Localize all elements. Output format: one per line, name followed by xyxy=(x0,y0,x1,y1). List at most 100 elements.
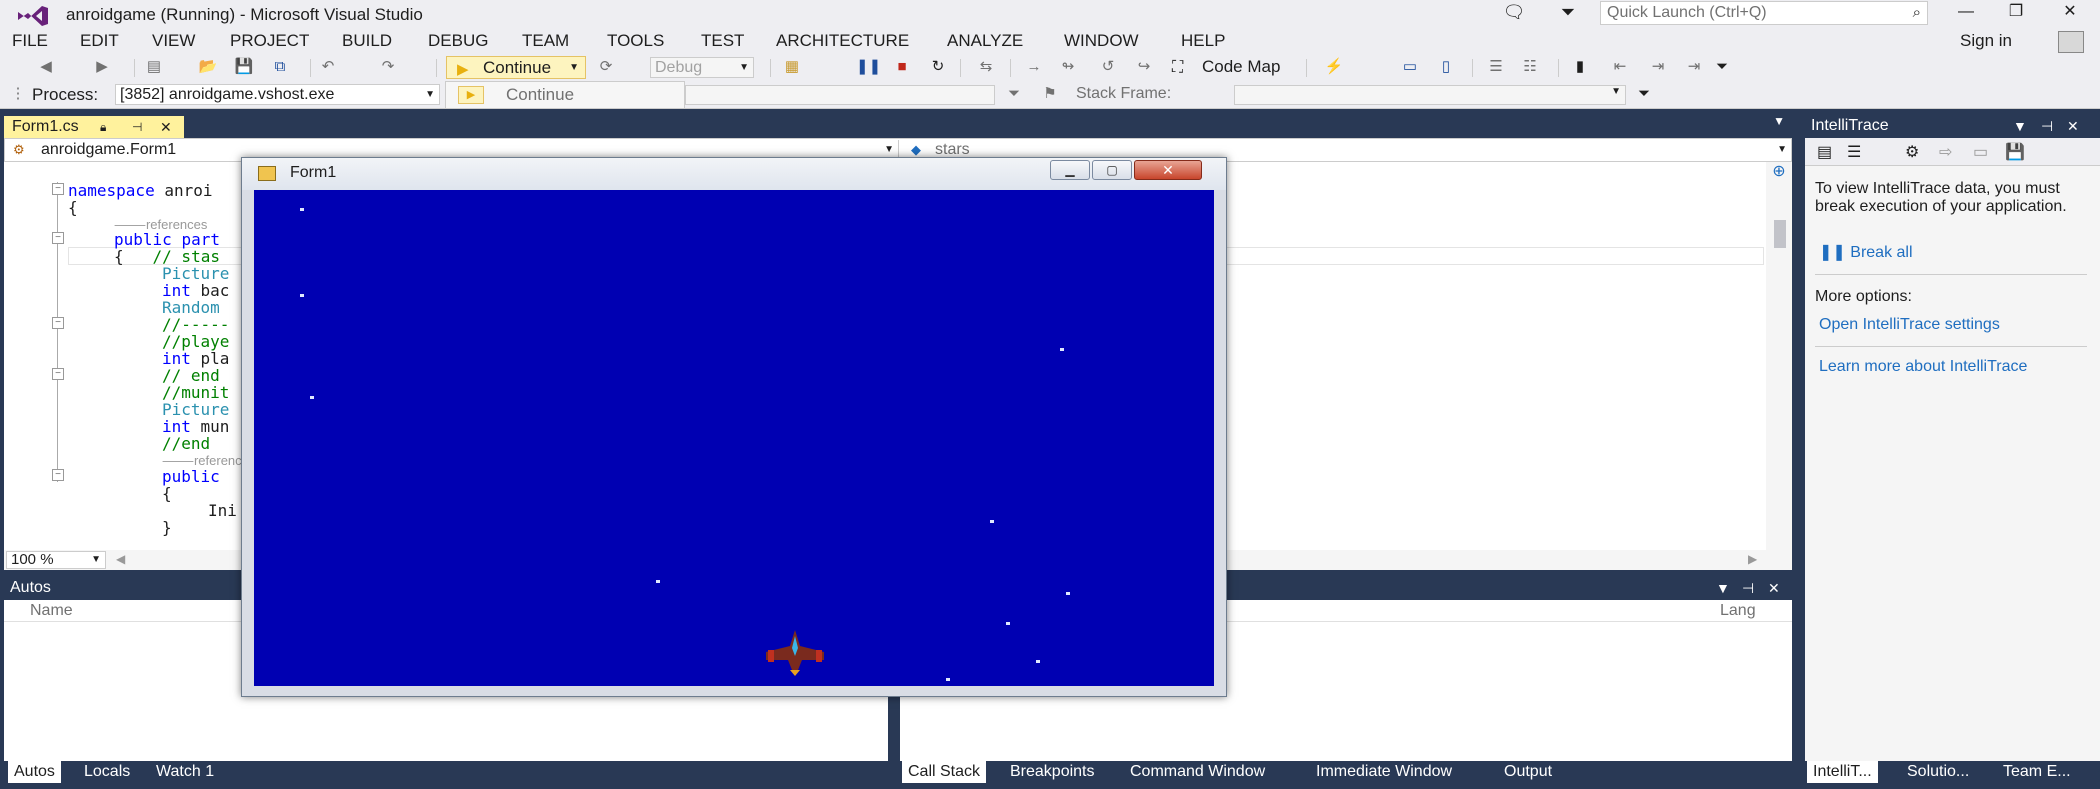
step-into-icon[interactable]: → xyxy=(1024,58,1044,76)
new-item-icon[interactable]: ▤ xyxy=(144,58,164,76)
uncomment-icon[interactable]: ▯ xyxy=(1436,58,1456,76)
form-minimize-button[interactable]: ▁ xyxy=(1050,160,1090,180)
menu-view[interactable]: VIEW xyxy=(152,30,195,54)
game-canvas[interactable] xyxy=(254,190,1214,686)
back-icon[interactable]: ◀ xyxy=(36,58,56,76)
scrollbar-thumb[interactable] xyxy=(1774,220,1786,248)
close-button[interactable]: ✕ xyxy=(2048,0,2092,26)
pin-icon[interactable]: ⊣ xyxy=(132,116,142,138)
comment-icon[interactable]: ▭ xyxy=(1400,58,1420,76)
menu-test[interactable]: TEST xyxy=(701,30,744,54)
undo-icon[interactable]: ↶ xyxy=(318,58,338,76)
menu-team[interactable]: TEAM xyxy=(522,30,569,54)
quick-launch-input[interactable]: Quick Launch (Ctrl+Q) ⌕ xyxy=(1600,1,1928,25)
collapse-icon[interactable]: − xyxy=(52,368,64,380)
chevron-down-icon[interactable]: ▼ xyxy=(1773,114,1785,128)
show-next-statement-icon[interactable]: ⇆ xyxy=(976,58,996,76)
form1-title-bar[interactable]: Form1 ▁ ▢ ✕ xyxy=(242,158,1226,190)
tab-output[interactable]: Output xyxy=(1498,761,1558,783)
tab-autos[interactable]: Autos xyxy=(8,761,61,783)
chevron-down-icon[interactable]: ▼ xyxy=(1716,576,1730,600)
collapse-icon[interactable]: − xyxy=(52,317,64,329)
navigate-icon[interactable]: ⇨ xyxy=(1939,142,1952,162)
learn-more-link[interactable]: Learn more about IntelliTrace xyxy=(1819,358,2027,376)
pin-icon[interactable]: ⊣ xyxy=(2041,114,2053,138)
menu-debug[interactable]: DEBUG xyxy=(428,30,488,54)
step-out-icon[interactable]: ↺ xyxy=(1098,58,1118,76)
restore-button[interactable]: ❐ xyxy=(1994,0,2038,26)
zoom-select[interactable]: 100 % ▼ xyxy=(6,551,106,569)
toolbar-overflow-icon[interactable]: ⏷ xyxy=(1712,58,1732,76)
tab-breakpoints[interactable]: Breakpoints xyxy=(1004,761,1101,783)
solution-configuration-select[interactable]: Debug ▼ xyxy=(650,57,754,78)
notifications-filter-icon[interactable]: ⏷ xyxy=(1555,2,1581,26)
open-settings-link[interactable]: Open IntelliTrace settings xyxy=(1819,316,2000,334)
close-icon[interactable]: ✕ xyxy=(1768,576,1780,600)
stop-debugging-icon[interactable]: ■ xyxy=(892,58,912,76)
calls-view-icon[interactable]: ☰ xyxy=(1847,142,1861,162)
stack-frame-select[interactable]: ▼ xyxy=(1234,85,1626,105)
exceptions-icon[interactable]: ⚡ xyxy=(1324,58,1344,76)
thread-select[interactable] xyxy=(685,85,995,105)
menu-build[interactable]: BUILD xyxy=(342,30,392,54)
menu-tools[interactable]: TOOLS xyxy=(607,30,664,54)
show-threads-icon[interactable]: ▦ xyxy=(782,58,802,76)
avatar[interactable] xyxy=(2058,31,2084,53)
previous-bookmark-icon[interactable]: ⇤ xyxy=(1610,58,1630,76)
menu-file[interactable]: FILE xyxy=(12,30,48,54)
minimize-button[interactable]: — xyxy=(1944,0,1988,26)
split-window-icon[interactable]: ⊕ xyxy=(1770,164,1788,182)
process-select[interactable]: [3852] anroidgame.vshost.exe ▼ xyxy=(115,84,440,105)
collapse-icon[interactable]: − xyxy=(52,183,64,195)
feedback-icon[interactable]: 🗨 xyxy=(1501,2,1527,26)
form1-window[interactable]: Form1 ▁ ▢ ✕ xyxy=(241,157,1227,697)
collapse-icon[interactable]: − xyxy=(52,232,64,244)
menu-window[interactable]: WINDOW xyxy=(1064,30,1139,54)
sign-in-link[interactable]: Sign in xyxy=(1960,30,2012,52)
flag-icon[interactable]: ⚑ xyxy=(1040,85,1060,103)
redo-icon[interactable]: ↷ xyxy=(378,58,398,76)
open-folder-icon[interactable]: 📂 xyxy=(198,58,218,76)
tab-intellitrace[interactable]: IntelliT... xyxy=(1807,761,1878,783)
tab-team-explorer[interactable]: Team E... xyxy=(1997,761,2077,783)
chevron-down-icon[interactable]: ▼ xyxy=(2013,114,2027,138)
form-maximize-button[interactable]: ▢ xyxy=(1092,160,1132,180)
tab-immediate-window[interactable]: Immediate Window xyxy=(1310,761,1458,783)
step-back-icon[interactable]: ↪ xyxy=(1134,58,1154,76)
clear-bookmarks-icon[interactable]: ⇥ xyxy=(1684,58,1704,76)
menu-analyze[interactable]: ANALYZE xyxy=(947,30,1023,54)
tab-call-stack[interactable]: Call Stack xyxy=(902,761,987,783)
break-all-link[interactable]: ❚❚ Break all xyxy=(1819,242,1913,262)
tab-solution-explorer[interactable]: Solutio... xyxy=(1901,761,1975,783)
code-map-button[interactable]: ⛶ Code Map xyxy=(1168,56,1280,78)
outdent-icon[interactable]: ☷ xyxy=(1520,58,1540,76)
next-bookmark-icon[interactable]: ⇥ xyxy=(1648,58,1668,76)
toolbar-overflow-icon[interactable]: ⏷ xyxy=(1634,85,1654,103)
menu-edit[interactable]: EDIT xyxy=(80,30,119,54)
close-icon[interactable]: ✕ xyxy=(2067,114,2079,138)
scroll-left-icon[interactable]: ◀ xyxy=(116,552,125,566)
bookmark-icon[interactable]: ▮ xyxy=(1570,58,1590,76)
tab-command-window[interactable]: Command Window xyxy=(1124,761,1271,783)
form-close-button[interactable]: ✕ xyxy=(1134,160,1202,180)
open-log-icon[interactable]: ▭ xyxy=(1973,142,1988,162)
menu-help[interactable]: HELP xyxy=(1181,30,1225,54)
save-all-icon[interactable]: ⧉ xyxy=(270,58,290,76)
tab-watch-1[interactable]: Watch 1 xyxy=(150,761,220,783)
menu-project[interactable]: PROJECT xyxy=(230,30,309,54)
continue-button[interactable]: ▶ Continue ▼ xyxy=(446,56,586,79)
editor-vertical-scrollbar[interactable]: ⊕ xyxy=(1766,162,1792,550)
pin-icon[interactable]: ⊣ xyxy=(1742,576,1754,600)
menu-architecture[interactable]: ARCHITECTURE xyxy=(776,30,909,54)
tab-form1-cs[interactable]: Form1.cs 🔒︎ ⊣ ✕ xyxy=(4,116,184,138)
collapse-icon[interactable]: − xyxy=(52,469,64,481)
close-icon[interactable]: ✕ xyxy=(160,116,172,138)
scroll-right-icon[interactable]: ▶ xyxy=(1748,552,1757,566)
forward-icon[interactable]: ▶ xyxy=(92,58,112,76)
step-over-icon[interactable]: ↬ xyxy=(1058,58,1078,76)
save-icon[interactable]: 💾 xyxy=(2005,142,2025,162)
column-language[interactable]: Lang xyxy=(1720,602,1756,619)
refresh-icon[interactable]: ⟳ xyxy=(596,58,616,76)
settings-icon[interactable]: ⚙ xyxy=(1905,142,1919,162)
tab-locals[interactable]: Locals xyxy=(78,761,136,783)
